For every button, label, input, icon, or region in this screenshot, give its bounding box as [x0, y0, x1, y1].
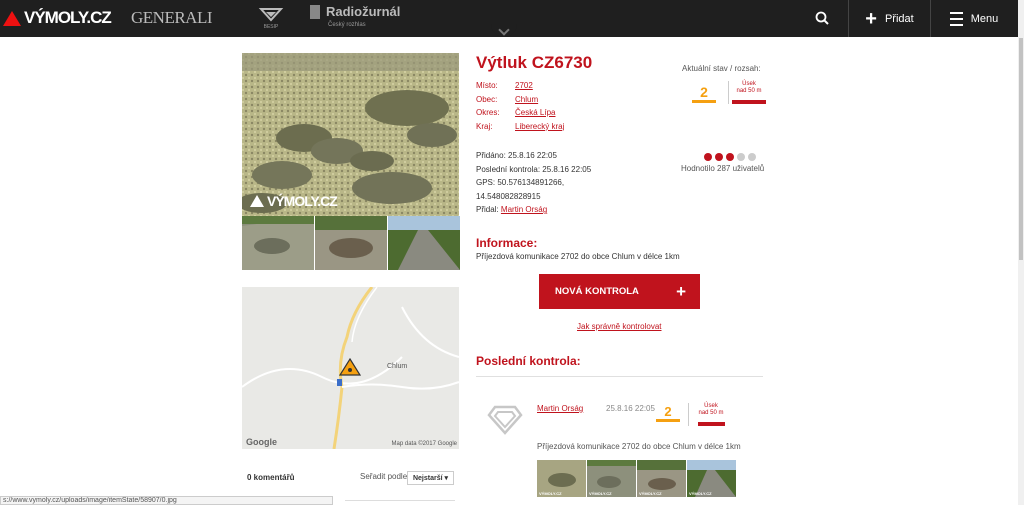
thumb-watermark: VÝMOLY.CZ	[539, 491, 562, 496]
location-info: Místo: 2702 Obec: Chlum Okres: Česká Lípa K…	[476, 79, 564, 133]
hamburger-icon	[949, 11, 963, 26]
check-thumbnail[interactable]: VÝMOLY.CZ	[537, 460, 586, 497]
google-logo[interactable]: Google	[246, 437, 277, 447]
check-text: Příjezdová komunikace 2702 do obce Chlum…	[537, 442, 741, 451]
search-icon[interactable]	[812, 8, 834, 30]
browser-status-url: s://www.vymoly.cz/uploads/image/itemStat…	[0, 496, 333, 505]
check-extent-line-2: nad 50 m	[698, 410, 724, 416]
new-check-button[interactable]: NOVÁ KONTROLA +	[539, 274, 700, 309]
menu-button[interactable]: Menu	[930, 0, 1018, 37]
comment-box-edge	[345, 500, 455, 506]
check-thumbnail[interactable]: VÝMOLY.CZ	[687, 460, 736, 497]
rating-dot-filled[interactable]	[704, 153, 712, 161]
district-link[interactable]: Česká Lípa	[515, 106, 555, 120]
check-extent: Úsek nad 50 m	[688, 403, 733, 426]
photo-thumbnails	[242, 216, 460, 270]
warning-triangle-icon	[3, 10, 21, 26]
check-severity-value: 2	[656, 404, 680, 422]
added-by-row: Přidal: Martin Orság	[476, 203, 626, 217]
gps-line-2: 14.548082828915	[476, 191, 541, 201]
added-by-link[interactable]: Martin Orság	[501, 205, 547, 214]
partner-radiozurnal-subtext: Český rozhlas	[328, 22, 366, 28]
added-date: Přidáno: 25.8.16 22:05	[476, 151, 557, 160]
add-button[interactable]: + Přidat	[848, 0, 931, 37]
info-row-region: Kraj: Liberecký kraj	[476, 120, 564, 134]
photo-watermark-text: VÝMOLY.CZ	[267, 193, 338, 209]
radio-icon	[310, 5, 320, 19]
information-heading: Informace:	[476, 236, 538, 250]
state-extent: Úsek nad 50 m	[728, 81, 766, 104]
info-row-municipality: Obec: Chlum	[476, 93, 564, 107]
partner-besip-logo[interactable]: BESIP	[258, 6, 284, 35]
pothole-title: Výtluk CZ6730	[476, 53, 593, 72]
state-label: Aktuální stav / rozsah:	[682, 64, 761, 73]
divider	[476, 376, 763, 377]
photo-thumbnail[interactable]	[388, 216, 460, 270]
region-link[interactable]: Liberecký kraj	[515, 120, 564, 134]
info-key: Obec:	[476, 94, 498, 104]
info-row-place: Místo: 2702	[476, 79, 564, 93]
partner-radiozurnal-logo[interactable]: Radiožurnál Český rozhlas	[310, 5, 400, 32]
municipality-link[interactable]: Chlum	[515, 93, 538, 107]
thumb-watermark: VÝMOLY.CZ	[589, 491, 612, 496]
photo-thumbnail[interactable]	[242, 216, 314, 270]
check-date: 25.8.16 22:05	[606, 404, 655, 413]
state-extent-line-2: nad 50 m	[736, 88, 762, 94]
check-author-link[interactable]: Martin Orság	[537, 404, 583, 413]
sort-select[interactable]: Nejstarší ▾	[407, 471, 454, 485]
gps-line-1: GPS: 50.576134891266,	[476, 178, 565, 187]
add-button-label: Přidat	[884, 12, 914, 25]
location-map[interactable]: Chlum Google Map data ©2017 Google	[242, 287, 459, 449]
rating-dot-empty[interactable]	[748, 153, 756, 161]
info-key: Okres:	[476, 108, 500, 117]
check-thumbnails: VÝMOLY.CZ VÝMOLY.CZ VÝMOLY.CZ VÝMOLY.CZ	[537, 460, 736, 497]
info-row-district: Okres: Česká Lípa	[476, 106, 564, 120]
info-key: Místo:	[476, 81, 498, 90]
how-to-check-link[interactable]: Jak správně kontrolovat	[577, 322, 662, 331]
sort-label: Seřadit podle	[360, 472, 408, 481]
rating-dots[interactable]	[704, 153, 756, 161]
extent-bar	[697, 422, 725, 426]
photo-watermark: VÝMOLY.CZ	[250, 193, 338, 209]
map-attribution: Map data ©2017 Google	[391, 441, 457, 447]
thumb-watermark: VÝMOLY.CZ	[639, 491, 662, 496]
last-check-date: Poslední kontrola: 25.8.16 22:05	[476, 164, 592, 174]
rating-count: Hodnotilo 287 uživatelů	[681, 164, 765, 173]
state-severity-value: 2	[692, 84, 716, 103]
plus-icon: +	[676, 281, 686, 301]
main-pothole-photo[interactable]: VÝMOLY.CZ	[242, 53, 459, 216]
partner-radiozurnal-text: Radiožurnál	[326, 4, 401, 19]
scrollbar-thumb[interactable]	[1019, 38, 1023, 260]
partner-generali-logo[interactable]: GENERALI	[131, 8, 212, 28]
plus-icon: +	[865, 7, 877, 30]
new-check-button-label: NOVÁ KONTROLA	[555, 286, 639, 297]
check-thumbnail[interactable]: VÝMOLY.CZ	[637, 460, 686, 497]
check-thumbnail[interactable]: VÝMOLY.CZ	[587, 460, 636, 497]
user-avatar-icon	[487, 404, 523, 441]
rating-dot-empty[interactable]	[737, 153, 745, 161]
map-place-label: Chlum	[387, 363, 408, 370]
partner-besip-text: BESIP	[264, 24, 279, 30]
pothole-meta: Přidáno: 25.8.16 22:05 Poslední kontrola…	[476, 149, 626, 217]
site-logo[interactable]: VÝMOLY.CZ	[3, 8, 112, 28]
road-link[interactable]: 2702	[515, 79, 533, 93]
warning-triangle-icon	[250, 195, 264, 207]
thumb-watermark: VÝMOLY.CZ	[689, 491, 712, 496]
added-by-label: Přidal:	[476, 205, 499, 214]
menu-button-label: Menu	[970, 12, 999, 25]
rating-dot-filled[interactable]	[715, 153, 723, 161]
check-extent-line-1: Úsek	[704, 403, 718, 409]
site-logo-text: VÝMOLY.CZ	[24, 8, 112, 27]
extent-bar	[732, 100, 766, 104]
photo-thumbnail[interactable]	[315, 216, 387, 270]
state-extent-line-1: Úsek	[742, 81, 756, 87]
last-check-heading: Poslední kontrola:	[476, 354, 581, 368]
comments-count: 0 komentářů	[247, 473, 295, 482]
information-text: Příjezdová komunikace 2702 do obce Chlum…	[476, 252, 680, 261]
info-key: Kraj:	[476, 121, 493, 131]
rating-dot-filled[interactable]	[726, 153, 734, 161]
